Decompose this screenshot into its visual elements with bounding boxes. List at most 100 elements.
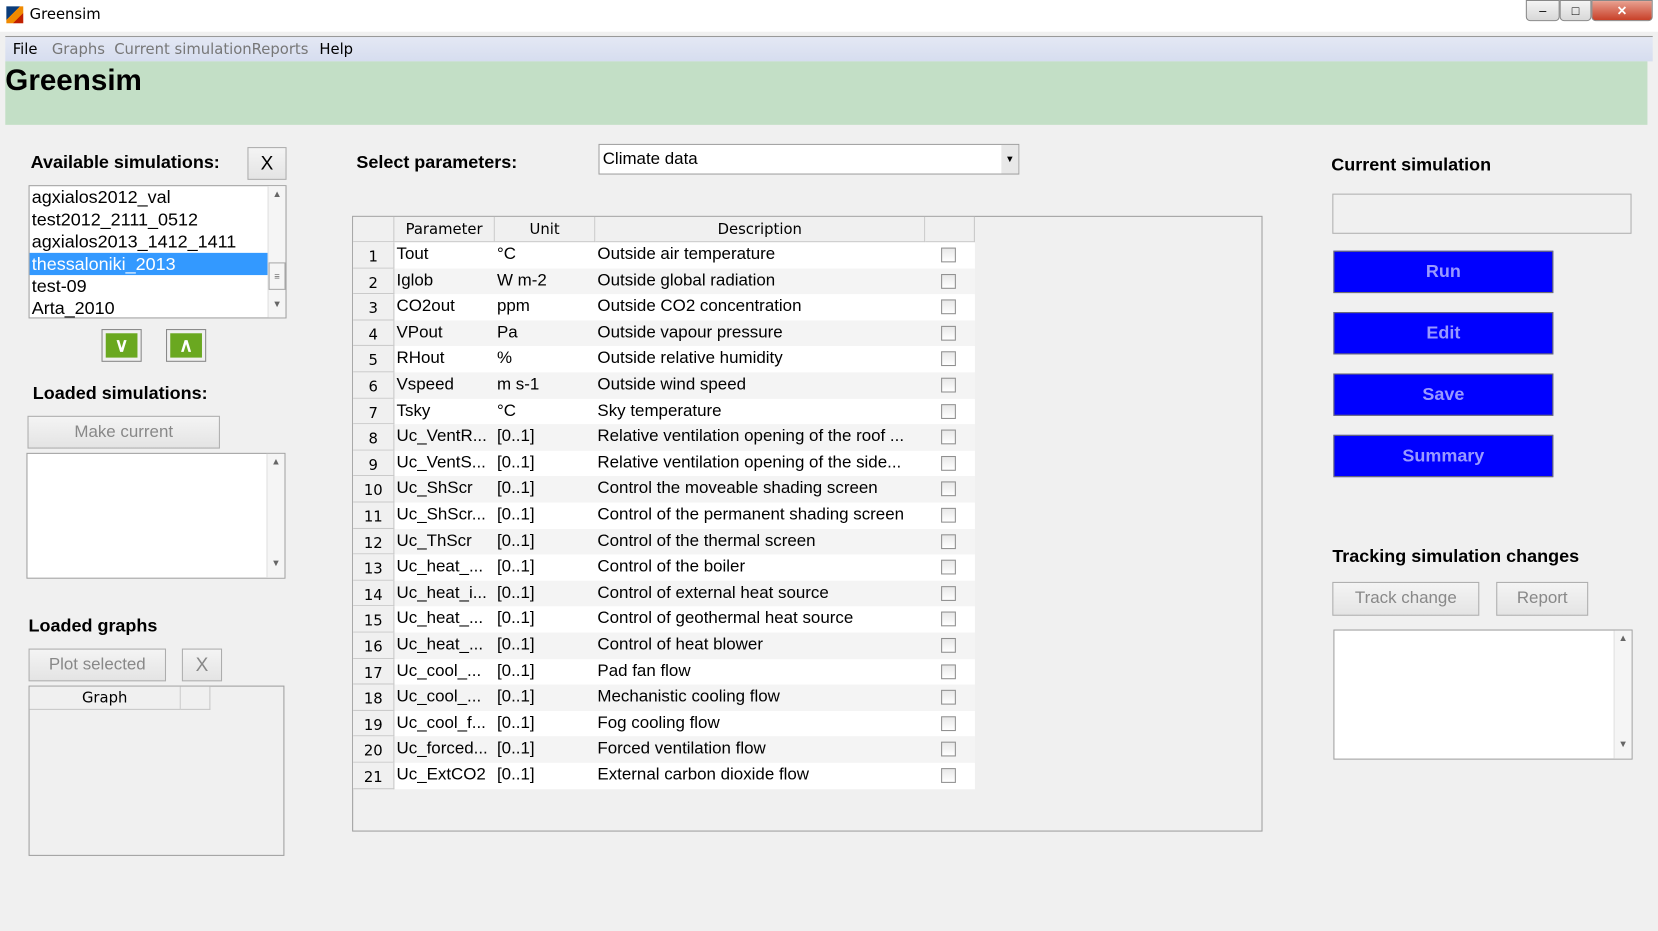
- select-checkbox[interactable]: [941, 559, 956, 575]
- simulation-list-item[interactable]: agxialos2012_val: [30, 186, 286, 208]
- table-row[interactable]: 12 Uc_ThScr [0..1] Control of the thermal s…: [353, 528, 975, 555]
- maximize-button[interactable]: □: [1559, 0, 1592, 22]
- scrollbar[interactable]: ▲ ▼: [266, 453, 285, 578]
- table-row[interactable]: 19 Uc_cool_f... [0..1] Fog cooling flow: [353, 710, 975, 737]
- select-checkbox[interactable]: [941, 377, 956, 393]
- row-number: 17: [353, 658, 395, 685]
- report-button[interactable]: Report: [1496, 581, 1589, 616]
- row-number: 13: [353, 554, 395, 581]
- select-checkbox[interactable]: [941, 585, 956, 601]
- select-checkbox[interactable]: [941, 455, 956, 471]
- select-checkbox[interactable]: [941, 716, 956, 731]
- make-current-button[interactable]: Make current: [27, 415, 220, 449]
- select-checkbox[interactable]: [941, 273, 956, 289]
- select-checkbox[interactable]: [941, 611, 956, 627]
- table-row[interactable]: 3 CO2out ppm Outside CO2 concentration: [353, 294, 975, 321]
- table-row[interactable]: 8 Uc_VentR... [0..1] Relative ventilation o…: [353, 424, 975, 451]
- remove-simulation-button[interactable]: X: [247, 147, 287, 180]
- remove-graph-button[interactable]: X: [181, 648, 223, 682]
- simulation-list-item[interactable]: test2012_2111_0512: [30, 208, 286, 230]
- save-button[interactable]: Save: [1333, 373, 1554, 416]
- close-window-button[interactable]: ✕: [1591, 0, 1653, 22]
- row-number: 16: [353, 632, 395, 659]
- scrollbar[interactable]: ▲ ▼: [1613, 630, 1632, 759]
- parameter-cell: Uc_heat_...: [396, 609, 484, 628]
- summary-button[interactable]: Summary: [1333, 434, 1554, 478]
- parameter-cell: VPout: [396, 323, 443, 342]
- run-button[interactable]: Run: [1333, 250, 1554, 294]
- parameter-cell: Uc_ShScr: [396, 479, 473, 498]
- parameter-cell: Tsky: [396, 401, 431, 420]
- select-checkbox[interactable]: [941, 351, 956, 367]
- select-checkbox[interactable]: [941, 690, 956, 705]
- table-row[interactable]: 4 VPout Pa Outside vapour pressure: [353, 320, 975, 347]
- move-up-button[interactable]: ∧: [166, 329, 207, 362]
- graphs-table[interactable]: Graph: [28, 685, 285, 856]
- description-cell: Control of external heat source: [597, 583, 829, 602]
- available-simulations-list[interactable]: agxialos2012_val test2012_2111_0512 agxial…: [28, 185, 287, 319]
- window-title: Greensim: [29, 6, 101, 24]
- minimize-button[interactable]: –: [1525, 0, 1560, 22]
- table-row[interactable]: 21 Uc_ExtCO2 [0..1] External carbon dioxide…: [353, 762, 975, 789]
- table-row[interactable]: 9 Uc_VentS... [0..1] Relative ventilation o…: [353, 450, 975, 477]
- select-checkbox[interactable]: [941, 768, 956, 783]
- select-checkbox[interactable]: [941, 481, 956, 497]
- table-row[interactable]: 17 Uc_cool_... [0..1] Pad fan flow: [353, 658, 975, 685]
- move-down-button[interactable]: ∨: [101, 329, 142, 362]
- simulation-list-item[interactable]: Arta_2010: [30, 297, 286, 319]
- table-row[interactable]: 11 Uc_ShScr... [0..1] Control of the perman…: [353, 502, 975, 529]
- loaded-graphs-label: Loaded graphs: [28, 615, 158, 636]
- loaded-simulations-label: Loaded simulations:: [32, 382, 208, 404]
- table-row[interactable]: 13 Uc_heat_... [0..1] Control of the boiler: [353, 554, 975, 581]
- select-checkbox[interactable]: [941, 637, 956, 653]
- app-title: Greensim: [5, 63, 142, 97]
- table-row[interactable]: 16 Uc_heat_... [0..1] Control of heat blowe…: [353, 632, 975, 659]
- parameter-cell: Uc_heat_...: [396, 557, 484, 576]
- parameters-table: Parameter Unit Description 1 Tout °C Outsid…: [352, 215, 1263, 832]
- select-column-header: [925, 216, 975, 243]
- loaded-simulations-list[interactable]: ▲ ▼: [26, 452, 286, 579]
- table-row[interactable]: 10 Uc_ShScr [0..1] Control the moveable sha…: [353, 476, 975, 503]
- select-checkbox[interactable]: [941, 663, 956, 679]
- description-cell: Outside relative humidity: [597, 349, 783, 368]
- parameter-group-dropdown[interactable]: Climate data ▼: [598, 143, 1020, 175]
- select-checkbox[interactable]: [941, 299, 956, 315]
- parameter-cell: CO2out: [396, 297, 455, 316]
- current-simulation-label: Current simulation: [1331, 154, 1492, 175]
- table-row[interactable]: 15 Uc_heat_... [0..1] Control of geothermal…: [353, 606, 975, 633]
- tracking-changes-box[interactable]: ▲ ▼: [1333, 629, 1633, 760]
- unit-cell: [0..1]: [496, 531, 535, 550]
- menu-help[interactable]: Help: [319, 41, 353, 58]
- table-row[interactable]: 14 Uc_heat_i... [0..1] Control of external …: [353, 580, 975, 607]
- plot-selected-button[interactable]: Plot selected: [28, 648, 167, 682]
- description-column-header: Description: [595, 216, 926, 243]
- table-row[interactable]: 7 Tsky °C Sky temperature: [353, 398, 975, 425]
- table-row[interactable]: 5 RHout% Outside relative humidity: [353, 346, 975, 373]
- table-row[interactable]: 2 Iglob W m-2 Outside global radiation: [353, 268, 975, 295]
- select-checkbox[interactable]: [941, 403, 956, 419]
- table-row[interactable]: 6 Vspeed m s-1 Outside wind speed: [353, 372, 975, 399]
- simulation-list-item[interactable]: test-09: [30, 275, 286, 297]
- chevron-up-icon: ∧: [170, 333, 202, 358]
- unit-cell: [0..1]: [496, 739, 535, 758]
- select-checkbox[interactable]: [941, 429, 956, 445]
- menu-graphs[interactable]: Graphs: [52, 41, 105, 58]
- track-change-button[interactable]: Track change: [1332, 581, 1480, 616]
- menu-current-simulation[interactable]: Current simulation: [114, 41, 251, 58]
- select-checkbox[interactable]: [941, 247, 956, 263]
- menu-reports[interactable]: Reports: [252, 41, 309, 58]
- scrollbar[interactable]: ▲ ≡ ▼: [267, 186, 286, 318]
- table-row[interactable]: 1 Tout °C Outside air temperature: [353, 242, 975, 269]
- simulation-list-item[interactable]: agxialos2013_1412_1411: [30, 231, 286, 253]
- table-row[interactable]: 20 Uc_forced... [0..1] Forced ventilation f…: [353, 736, 975, 763]
- simulation-list-item[interactable]: thessaloniki_2013: [29, 252, 286, 276]
- select-checkbox[interactable]: [941, 533, 956, 549]
- select-checkbox[interactable]: [941, 325, 956, 341]
- select-checkbox[interactable]: [941, 742, 956, 757]
- menu-file[interactable]: File: [13, 41, 38, 58]
- select-checkbox[interactable]: [941, 507, 956, 523]
- edit-button[interactable]: Edit: [1333, 312, 1554, 355]
- parameter-cell: Uc_heat_i...: [396, 583, 487, 602]
- description-cell: Control of geothermal heat source: [597, 609, 854, 628]
- table-row[interactable]: 18 Uc_cool_... [0..1] Mechanistic cooling f…: [353, 684, 975, 711]
